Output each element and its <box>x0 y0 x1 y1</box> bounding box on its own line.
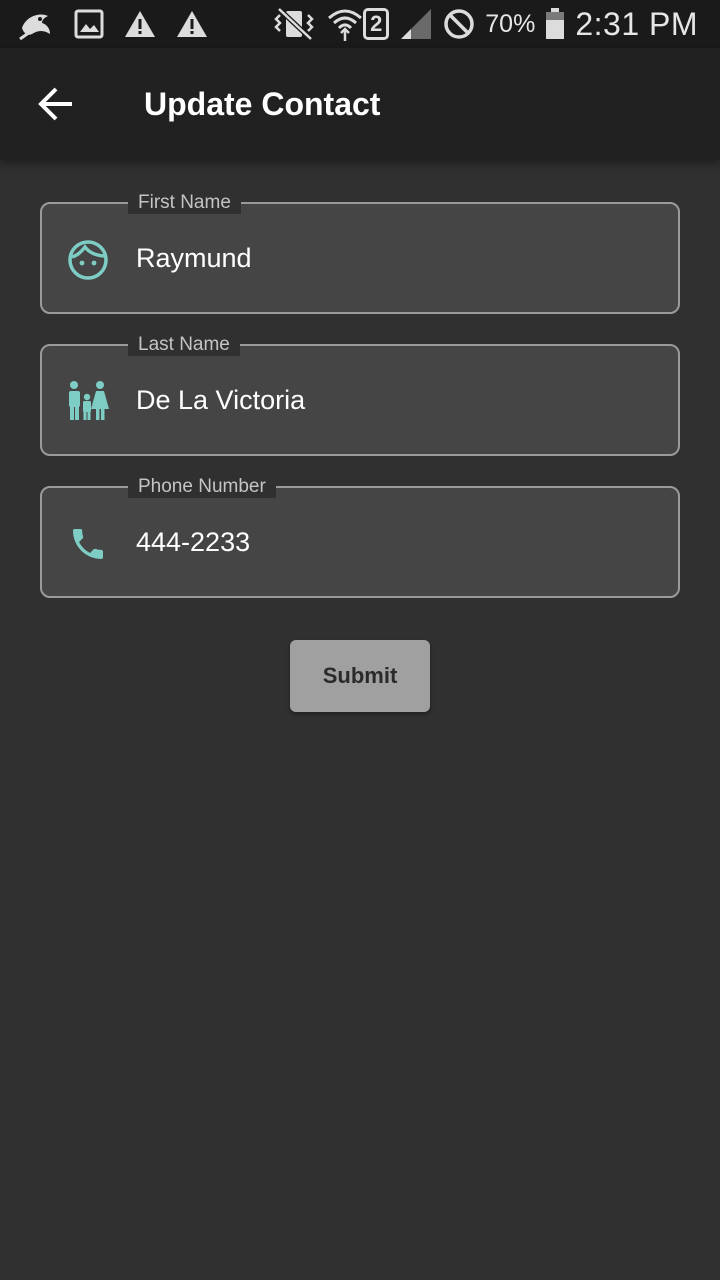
warning-icon <box>124 9 156 39</box>
last-name-field: Last Name <box>40 334 680 456</box>
bird-notification-icon <box>18 6 54 42</box>
face-icon <box>66 238 110 282</box>
last-name-label: Last Name <box>128 334 240 356</box>
wifi-icon <box>327 6 363 42</box>
signal-icon <box>399 7 433 41</box>
last-name-input[interactable] <box>136 370 656 430</box>
back-button[interactable] <box>20 68 92 140</box>
status-bar: 2 70% 2:31 PM <box>0 0 720 48</box>
arrow-back-icon <box>38 87 72 121</box>
warning-icon <box>176 9 208 39</box>
sim-2-icon: 2 <box>363 8 390 40</box>
notification-icons <box>18 6 228 42</box>
vibrate-icon <box>271 7 317 41</box>
family-icon <box>66 380 110 424</box>
first-name-input[interactable] <box>136 228 656 288</box>
battery-icon <box>545 8 565 40</box>
contact-form: First Name Last Name <box>40 192 680 628</box>
system-status-icons: 2 70% 2:31 PM <box>261 6 698 43</box>
battery-percent: 70% <box>485 9 536 38</box>
page-title: Update Contact <box>144 85 381 122</box>
phone-number-label: Phone Number <box>128 476 276 498</box>
submit-button[interactable]: Submit <box>290 640 430 712</box>
clock: 2:31 PM <box>575 5 698 42</box>
phone-number-input[interactable] <box>136 512 656 572</box>
first-name-label: First Name <box>128 192 241 214</box>
first-name-field: First Name <box>40 192 680 314</box>
do-not-disturb-icon <box>443 8 475 40</box>
app-bar: Update Contact <box>0 48 720 160</box>
image-notification-icon <box>74 9 104 39</box>
phone-number-field: Phone Number <box>40 476 680 598</box>
phone-icon <box>66 522 110 566</box>
